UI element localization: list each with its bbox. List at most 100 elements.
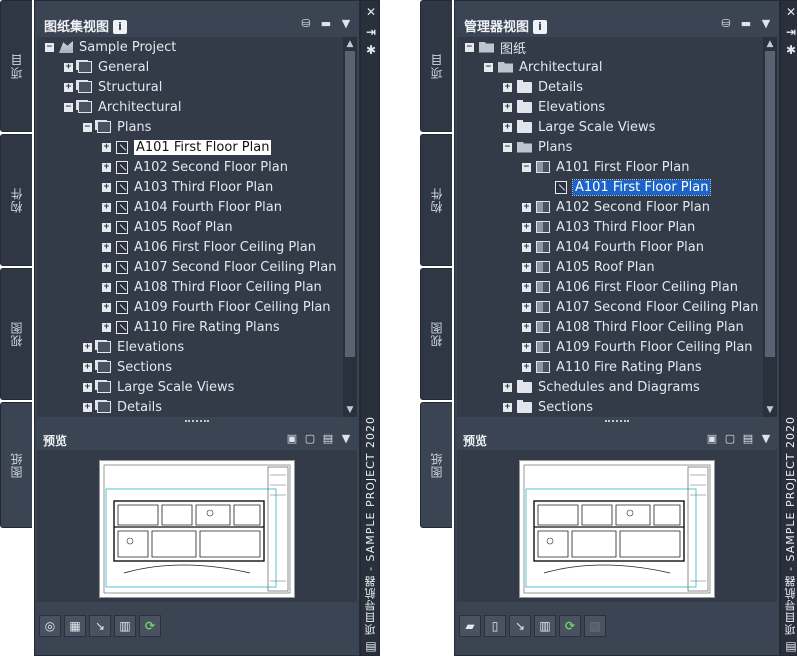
auto-hide-icon[interactable]: ⇥	[364, 25, 378, 39]
tree-item[interactable]: + A104 Fourth Floor Plan	[522, 237, 704, 257]
preview-zoom-icon[interactable]: ▤	[741, 432, 755, 445]
tab-project[interactable]: 项目	[420, 0, 452, 132]
collapse-icon[interactable]: −	[45, 42, 54, 52]
collapse-icon[interactable]: −	[83, 122, 92, 132]
tree-item[interactable]: − Plans	[503, 137, 572, 157]
tree-item[interactable]: + Elevations	[503, 97, 605, 117]
tab-sheets[interactable]: 图纸	[420, 402, 452, 528]
close-icon[interactable]: ✕	[364, 5, 378, 19]
scroll-up-icon[interactable]: ▲	[343, 37, 357, 51]
chevron-down-icon[interactable]: ▼	[759, 432, 773, 445]
expand-icon[interactable]: +	[102, 282, 111, 292]
tab-views[interactable]: 视图	[0, 268, 32, 400]
tree-item[interactable]: − Sample Project	[45, 37, 176, 57]
view-icon[interactable]: ↘	[509, 615, 531, 637]
expand-icon[interactable]: +	[522, 302, 531, 312]
tree-item[interactable]: + A103 Third Floor Plan	[102, 177, 273, 197]
expand-icon[interactable]: +	[102, 262, 111, 272]
tab-views[interactable]: 视图	[420, 268, 452, 400]
tree-item[interactable]: + A105 Roof Plan	[522, 257, 655, 277]
expand-icon[interactable]: +	[83, 342, 92, 352]
tree-item[interactable]: + Structural	[64, 77, 162, 97]
new-sheet-icon[interactable]: ▯	[484, 615, 506, 637]
expand-icon[interactable]: +	[102, 322, 111, 332]
expand-icon[interactable]: +	[64, 82, 73, 92]
expand-icon[interactable]: +	[503, 382, 512, 392]
expand-icon[interactable]: +	[522, 262, 531, 272]
preview-options-icon[interactable]: ▣	[705, 432, 719, 445]
tree-item[interactable]: + Sections	[83, 357, 172, 377]
tree-item[interactable]: + Elevations	[83, 337, 184, 357]
expand-icon[interactable]: +	[522, 342, 531, 352]
tree-item[interactable]: + A110 Fire Rating Plans	[102, 317, 280, 337]
tree-item[interactable]: A101 First Floor Plan	[541, 177, 712, 197]
tree-item[interactable]: + A106 First Floor Ceiling Plan	[522, 277, 738, 297]
tab-constructs[interactable]: 构件	[0, 134, 32, 266]
expand-icon[interactable]: +	[64, 62, 73, 72]
scroll-up-icon[interactable]: ▲	[763, 37, 777, 51]
splitter-grip[interactable]	[185, 420, 209, 424]
expand-icon[interactable]: +	[522, 322, 531, 332]
expand-icon[interactable]: +	[522, 242, 531, 252]
expand-icon[interactable]: +	[522, 202, 531, 212]
sheet-set-options-icon[interactable]: ⛁	[719, 17, 733, 30]
folder-icon[interactable]: ▬	[319, 17, 333, 30]
collapse-icon[interactable]: −	[465, 42, 474, 52]
tree-item[interactable]: − A101 First Floor Plan	[522, 157, 689, 177]
chevron-down-icon[interactable]: ▼	[339, 432, 353, 445]
gear-icon[interactable]: ✱	[784, 43, 797, 57]
tree-item[interactable]: + A104 Fourth Floor Plan	[102, 197, 282, 217]
tree-item[interactable]: + A108 Third Floor Ceiling Plan	[102, 277, 322, 297]
expand-icon[interactable]: +	[83, 382, 92, 392]
tree-item[interactable]: + A106 First Floor Ceiling Plan	[102, 237, 316, 257]
gear-icon[interactable]: ✱	[364, 43, 378, 57]
expand-icon[interactable]: +	[503, 102, 512, 112]
tree-item[interactable]: + Details	[503, 77, 583, 97]
tree-item[interactable]: + A103 Third Floor Plan	[522, 217, 695, 237]
layout-icon[interactable]: ▥	[534, 615, 556, 637]
expand-icon[interactable]: +	[503, 402, 512, 412]
menu-icon[interactable]: ▤	[364, 639, 378, 653]
expand-icon[interactable]: +	[83, 362, 92, 372]
expand-icon[interactable]: +	[522, 222, 531, 232]
scroll-thumb[interactable]	[345, 51, 355, 357]
scroll-down-icon[interactable]: ▼	[343, 403, 357, 417]
collapse-icon[interactable]: −	[522, 162, 531, 172]
expand-icon[interactable]: +	[102, 222, 111, 232]
preview-window-icon[interactable]: ▢	[723, 432, 737, 445]
tree-item[interactable]: + A109 Fourth Floor Ceiling Plan	[522, 337, 753, 357]
menu-icon[interactable]: ▤	[784, 639, 797, 653]
tree-item[interactable]: + Large Scale Views	[503, 117, 655, 137]
scroll-down-icon[interactable]: ▼	[763, 403, 777, 417]
expand-icon[interactable]: +	[102, 302, 111, 312]
tree-item[interactable]: − Plans	[83, 117, 151, 137]
tree-item[interactable]: + General	[64, 57, 149, 77]
chevron-down-icon[interactable]: ▼	[759, 17, 773, 30]
expand-icon[interactable]: +	[102, 182, 111, 192]
expand-icon[interactable]: +	[522, 282, 531, 292]
close-icon[interactable]: ✕	[784, 5, 797, 19]
tab-constructs[interactable]: 构件	[420, 134, 452, 266]
tree-item[interactable]: + A110 Fire Rating Plans	[522, 357, 702, 377]
collapse-icon[interactable]: −	[503, 142, 512, 152]
info-icon[interactable]: i	[113, 20, 128, 34]
expand-icon[interactable]: +	[102, 202, 111, 212]
expand-icon[interactable]: +	[102, 242, 111, 252]
refresh-icon[interactable]: ⟳	[559, 615, 581, 637]
tree-scrollbar[interactable]: ▲ ▼	[763, 37, 777, 417]
tree-item[interactable]: + Schedules and Diagrams	[503, 377, 700, 397]
tree-item[interactable]: + A101 First Floor Plan	[102, 137, 272, 157]
folder-icon[interactable]: ▬	[739, 17, 753, 30]
tree-item[interactable]: + A102 Second Floor Plan	[522, 197, 710, 217]
tree-item[interactable]: + A108 Third Floor Ceiling Plan	[522, 317, 744, 337]
tree-item[interactable]: + A102 Second Floor Plan	[102, 157, 288, 177]
expand-icon[interactable]: +	[102, 142, 111, 152]
tree-item[interactable]: + Large Scale Views	[83, 377, 234, 397]
sheet-set-options-icon[interactable]: ⛁	[299, 17, 313, 30]
info-icon[interactable]: i	[533, 20, 548, 34]
preview-options-icon[interactable]: ▣	[285, 432, 299, 445]
tree-item[interactable]: + Sections	[503, 397, 593, 417]
tree-item[interactable]: + A107 Second Floor Ceiling Plan	[522, 297, 758, 317]
tree-item[interactable]: + A109 Fourth Floor Ceiling Plan	[102, 297, 331, 317]
preview-zoom-icon[interactable]: ▤	[321, 432, 335, 445]
